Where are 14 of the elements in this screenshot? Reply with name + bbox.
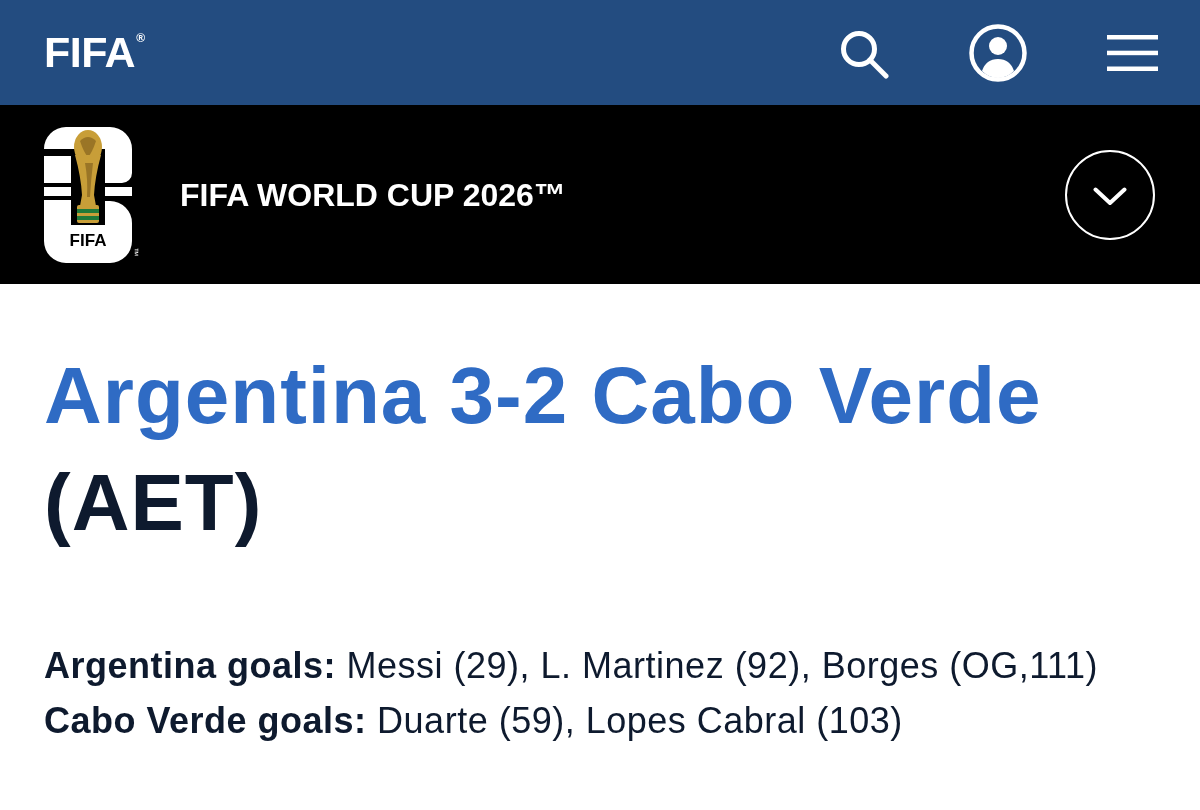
chevron-down-icon xyxy=(1093,186,1127,206)
account-button[interactable] xyxy=(969,23,1027,82)
goal-scorers-text: Argentina goals: Messi (29), L. Martinez (92), Borges (OG,111) xyxy=(44,644,1099,688)
world-cup-emblem-icon xyxy=(44,126,132,263)
tournament-title: FIFA WORLD CUP 2026™ xyxy=(180,175,567,215)
emblem-wordmark: FIFA xyxy=(69,231,107,250)
menu-button[interactable] xyxy=(1107,34,1158,71)
trademark-mark: ™ xyxy=(129,247,140,256)
fifa-logo[interactable]: FIFA$^{®}$ xyxy=(44,31,145,74)
goal-scorers-text: Cabo Verde goals: Duarte (59), Lopes Cabral (103) xyxy=(44,699,904,743)
user-avatar-icon xyxy=(969,23,1027,82)
match-headline: Argentina 3-2 Cabo Verde (AET) xyxy=(44,350,1043,549)
menu-icon xyxy=(1107,34,1158,71)
search-icon xyxy=(839,28,889,79)
